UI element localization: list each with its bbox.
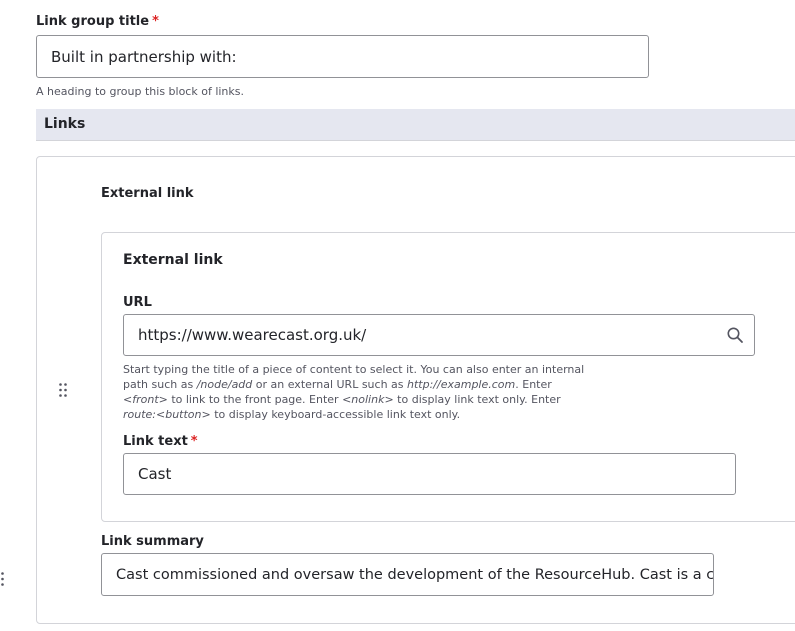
drag-handle-icon[interactable] [0, 572, 4, 586]
url-description: Start typing the title of a piece of con… [123, 363, 585, 421]
link-text-label-text: Link text [123, 434, 188, 449]
search-icon [726, 326, 744, 344]
link-summary-input[interactable]: Cast commissioned and oversaw the develo… [101, 553, 714, 596]
link-group-form: Link group title * Built in partnership w… [0, 0, 795, 631]
link-summary-label: Link summary [101, 534, 204, 549]
required-marker: * [190, 434, 198, 449]
required-marker: * [152, 14, 159, 29]
url-input[interactable]: https://www.wearecast.org.uk/ [123, 314, 755, 356]
url-label: URL [123, 295, 152, 310]
link-group-title-description: A heading to group this block of links. [36, 85, 245, 98]
url-input-value: https://www.wearecast.org.uk/ [138, 326, 367, 344]
links-section-header: Links [36, 109, 795, 141]
external-link-fieldset-title: External link [123, 252, 223, 268]
link-text-label: Link text * [123, 434, 198, 449]
links-section-title: Links [44, 116, 86, 132]
link-text-input[interactable]: Cast [123, 453, 736, 495]
link-group-title-label: Link group title * [36, 14, 159, 29]
link-group-title-input[interactable]: Built in partnership with: [36, 35, 649, 78]
external-link-item-label: External link [101, 186, 194, 201]
link-group-title-label-text: Link group title [36, 14, 150, 29]
drag-handle-icon[interactable] [59, 383, 67, 397]
